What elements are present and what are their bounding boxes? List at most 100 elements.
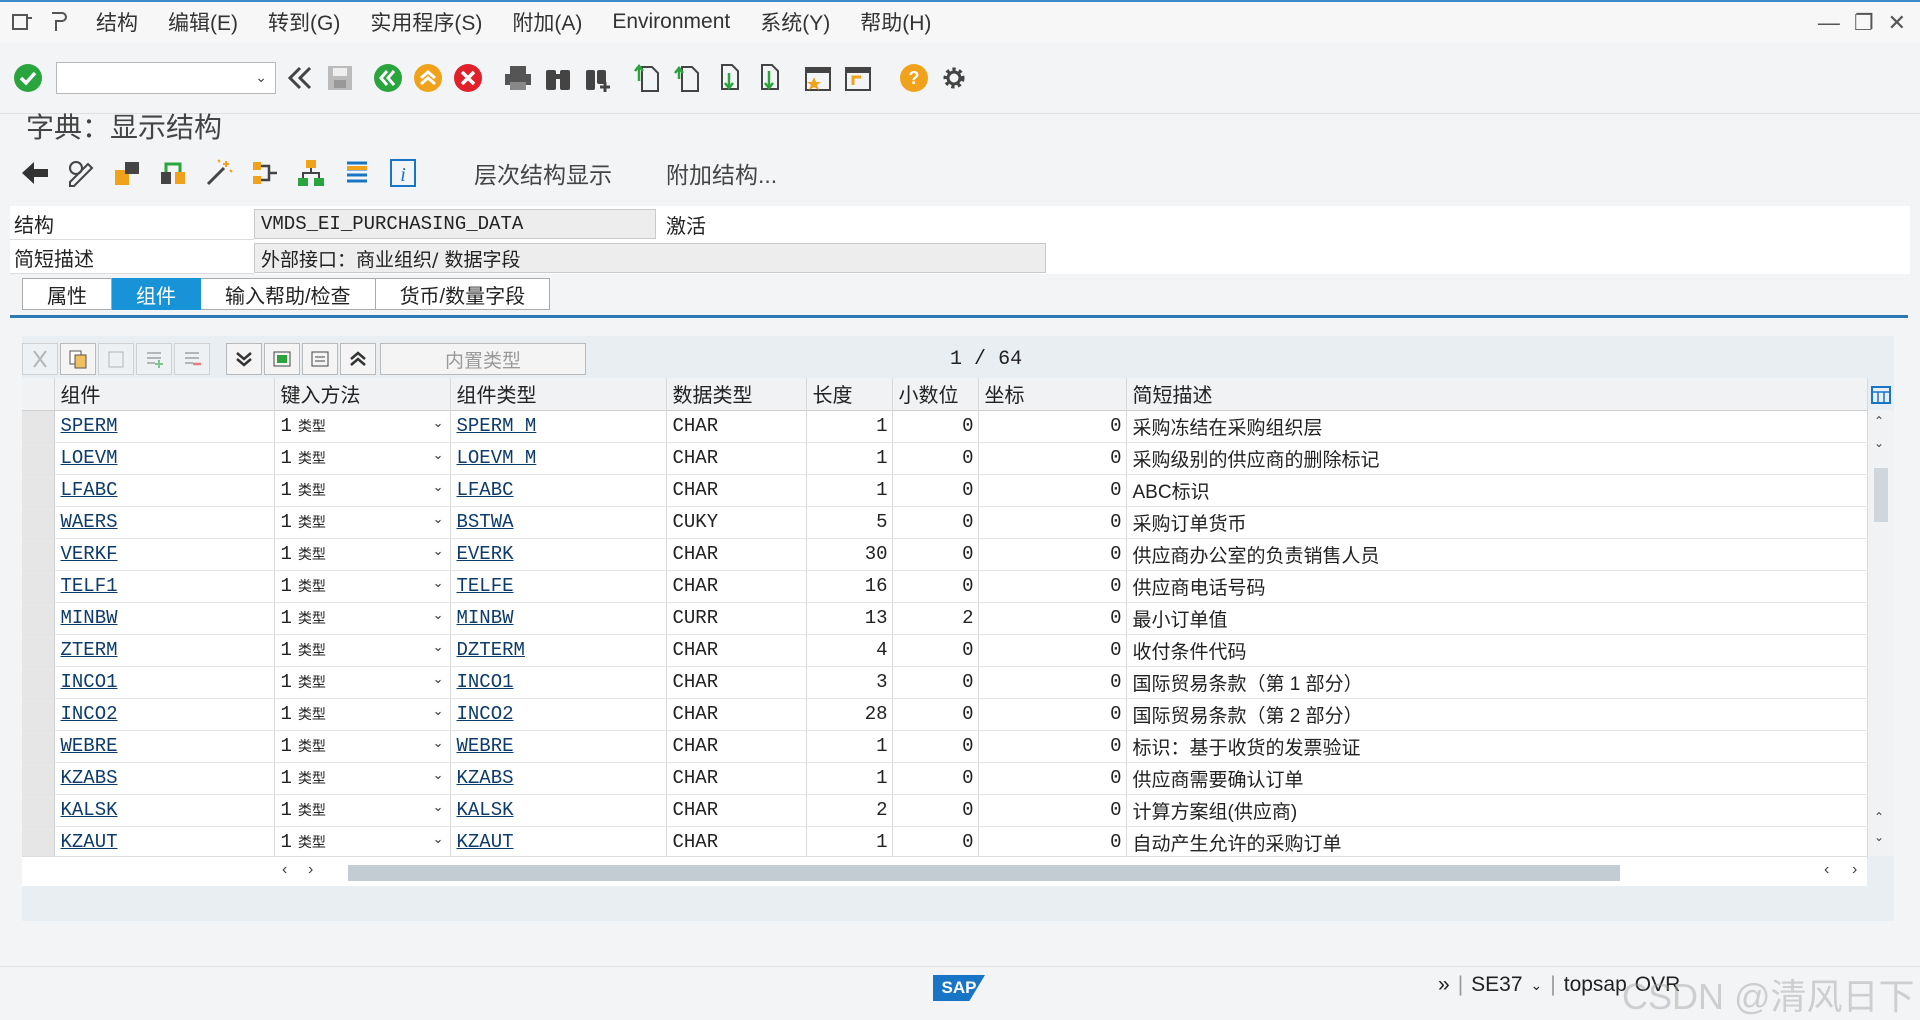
- chevron-down-icon[interactable]: ⌄: [433, 607, 444, 623]
- component-type[interactable]: LOEVM_M: [450, 442, 667, 475]
- select-all-header[interactable]: [22, 378, 55, 411]
- typing-method-select[interactable]: 1 类型 ⌄: [274, 698, 451, 731]
- detail-view-icon[interactable]: [302, 343, 338, 375]
- table-settings-icon[interactable]: [264, 343, 300, 375]
- table-row[interactable]: LOEVM 1 类型 ⌄ LOEVM_M CHAR 1 0 0 采购级别的供应商的删除标记: [22, 442, 1868, 475]
- where-used-icon[interactable]: [156, 156, 190, 190]
- component-name[interactable]: INCO1: [54, 666, 275, 699]
- copy-row-icon[interactable]: [60, 343, 96, 375]
- component-name[interactable]: KALSK: [54, 794, 275, 827]
- enter-check-icon[interactable]: [12, 62, 44, 94]
- find-icon[interactable]: [542, 62, 574, 94]
- component-type[interactable]: KZABS: [450, 762, 667, 795]
- row-selector[interactable]: [22, 506, 55, 539]
- list-icon[interactable]: [340, 156, 374, 190]
- row-selector[interactable]: [22, 410, 55, 443]
- insert-row-icon[interactable]: [136, 343, 172, 375]
- column-left-icon[interactable]: ‹: [282, 861, 287, 879]
- help-icon[interactable]: ?: [898, 62, 930, 94]
- row-selector[interactable]: [22, 538, 55, 571]
- tab-attributes[interactable]: 属性: [22, 278, 112, 310]
- column-header-data-type[interactable]: 数据类型: [666, 378, 807, 411]
- scroll-left-icon[interactable]: ‹: [1824, 861, 1829, 879]
- chevron-down-icon[interactable]: ⌄: [433, 575, 444, 591]
- component-type[interactable]: WEBRE: [450, 730, 667, 763]
- typing-method-select[interactable]: 1 类型 ⌄: [274, 634, 451, 667]
- component-name[interactable]: INCO2: [54, 698, 275, 731]
- delete-row-icon[interactable]: [174, 343, 210, 375]
- column-header-decimals[interactable]: 小数位: [892, 378, 979, 411]
- component-name[interactable]: TELF1: [54, 570, 275, 603]
- chevron-down-icon[interactable]: ⌄: [433, 511, 444, 527]
- shortcut-icon[interactable]: [842, 62, 874, 94]
- expand-all-icon[interactable]: [226, 343, 262, 375]
- page-up-icon[interactable]: ⌃: [1874, 810, 1884, 824]
- row-selector[interactable]: [22, 634, 55, 667]
- column-header-short-description[interactable]: 简短描述: [1126, 378, 1868, 411]
- chevron-down-icon[interactable]: ⌄: [433, 671, 444, 687]
- menu-edit[interactable]: 编辑(E): [168, 7, 238, 37]
- chevron-down-icon[interactable]: ⌄: [255, 69, 267, 86]
- expand-status-icon[interactable]: »: [1438, 973, 1450, 997]
- page-down-icon[interactable]: ⌄: [1874, 830, 1884, 844]
- command-field[interactable]: ⌄: [56, 61, 276, 94]
- table-row[interactable]: KZABS 1 类型 ⌄ KZABS CHAR 1 0 0 供应商需要确认订单: [22, 762, 1868, 795]
- table-row[interactable]: WEBRE 1 类型 ⌄ WEBRE CHAR 1 0 0 标识：基于收货的发票验证: [22, 730, 1868, 763]
- find-next-icon[interactable]: [582, 62, 614, 94]
- scroll-right-icon[interactable]: ›: [1852, 861, 1857, 879]
- table-row[interactable]: INCO2 1 类型 ⌄ INCO2 CHAR 28 0 0 国际贸易条款（第 2 部分）: [22, 698, 1868, 731]
- chevron-down-icon[interactable]: ⌄: [433, 831, 444, 847]
- settings-gear-icon[interactable]: [938, 62, 970, 94]
- column-header-component-type[interactable]: 组件类型: [450, 378, 667, 411]
- typing-method-select[interactable]: 1 类型 ⌄: [274, 826, 451, 859]
- double-left-icon[interactable]: [284, 62, 316, 94]
- component-name[interactable]: LFABC: [54, 474, 275, 507]
- row-selector[interactable]: [22, 698, 55, 731]
- typing-method-select[interactable]: 1 类型 ⌄: [274, 538, 451, 571]
- typing-method-select[interactable]: 1 类型 ⌄: [274, 410, 451, 443]
- horizontal-scrollbar[interactable]: ‹ › ‹ ›: [22, 856, 1867, 886]
- menu-system[interactable]: 系统(Y): [760, 7, 830, 37]
- row-selector[interactable]: [22, 794, 55, 827]
- menu-extras[interactable]: 附加(A): [512, 7, 582, 37]
- menu-structure[interactable]: 结构: [96, 7, 138, 37]
- chevron-down-icon[interactable]: ⌄: [1531, 977, 1543, 994]
- component-name[interactable]: WEBRE: [54, 730, 275, 763]
- table-row[interactable]: KALSK 1 类型 ⌄ KALSK CHAR 2 0 0 计算方案组(供应商): [22, 794, 1868, 827]
- paste-row-icon[interactable]: [98, 343, 134, 375]
- scroll-down-icon[interactable]: ⌄: [1874, 436, 1884, 450]
- component-type[interactable]: INCO2: [450, 698, 667, 731]
- column-config-icon[interactable]: [1868, 380, 1894, 410]
- typing-method-select[interactable]: 1 类型 ⌄: [274, 442, 451, 475]
- component-name[interactable]: LOEVM: [54, 442, 275, 475]
- component-name[interactable]: VERKF: [54, 538, 275, 571]
- column-header-component[interactable]: 组件: [54, 378, 275, 411]
- first-page-icon[interactable]: [632, 62, 664, 94]
- component-type[interactable]: MINBW: [450, 602, 667, 635]
- chevron-down-icon[interactable]: ⌄: [433, 447, 444, 463]
- row-selector[interactable]: [22, 442, 55, 475]
- horizontal-scroll-thumb[interactable]: [348, 865, 1620, 881]
- component-type[interactable]: BSTWA: [450, 506, 667, 539]
- component-name[interactable]: SPERM: [54, 410, 275, 443]
- chevron-down-icon[interactable]: ⌄: [433, 639, 444, 655]
- component-name[interactable]: MINBW: [54, 602, 275, 635]
- typing-method-select[interactable]: 1 类型 ⌄: [274, 474, 451, 507]
- activate-wand-icon[interactable]: [202, 156, 236, 190]
- menu-utilities[interactable]: 实用程序(S): [370, 7, 482, 37]
- new-session-icon[interactable]: [802, 62, 834, 94]
- back-icon[interactable]: [372, 62, 404, 94]
- cut-row-icon[interactable]: [22, 343, 58, 375]
- table-row[interactable]: WAERS 1 类型 ⌄ BSTWA CUKY 5 0 0 采购订单货币: [22, 506, 1868, 539]
- typing-method-select[interactable]: 1 类型 ⌄: [274, 506, 451, 539]
- component-name[interactable]: KZABS: [54, 762, 275, 795]
- structure-name-field[interactable]: VMDS_EI_PURCHASING_DATA: [254, 209, 656, 239]
- row-selector[interactable]: [22, 474, 55, 507]
- typing-method-select[interactable]: 1 类型 ⌄: [274, 570, 451, 603]
- row-selector[interactable]: [22, 762, 55, 795]
- customize-layout-icon[interactable]: [46, 10, 72, 34]
- tab-currency-quantity[interactable]: 货币/数量字段: [375, 278, 551, 310]
- object-list-icon[interactable]: [248, 156, 282, 190]
- hierarchy-icon[interactable]: [294, 156, 328, 190]
- display-change-icon[interactable]: [64, 156, 98, 190]
